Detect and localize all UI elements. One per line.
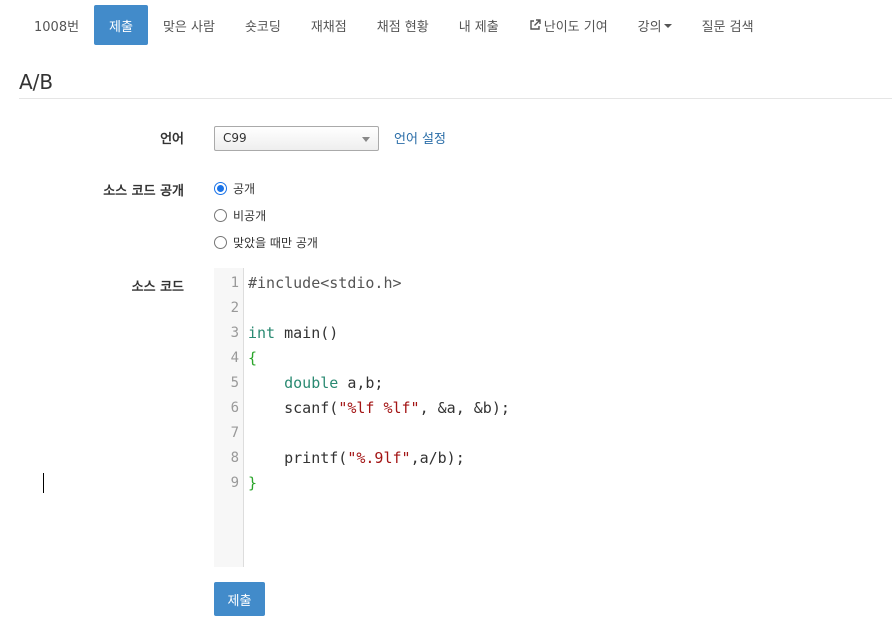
tab-accepted-users[interactable]: 맞은 사람 — [148, 5, 230, 45]
line-number: 3 — [230, 325, 239, 341]
language-select-value: C99 — [223, 131, 247, 145]
language-select[interactable]: C99 — [214, 126, 379, 151]
tab-difficulty-contribution[interactable]: 난이도 기여 — [514, 5, 623, 45]
visibility-option-private[interactable]: 비공개 — [214, 207, 266, 224]
tab-my-submissions[interactable]: 내 제출 — [444, 5, 514, 45]
code-line: printf("%.9lf",a/b); — [248, 449, 465, 467]
tab-submit[interactable]: 제출 — [94, 5, 148, 45]
line-number-gutter: 1 2 3 4 5 6 7 8 9 — [214, 268, 244, 567]
code-line: scanf("%lf %lf", &a, &b); — [248, 399, 510, 417]
line-number: 4 — [230, 350, 239, 366]
language-label: 언어 — [160, 132, 184, 147]
tab-short-coding[interactable]: 숏코딩 — [230, 5, 296, 45]
line-number: 9 — [230, 475, 239, 491]
submit-button[interactable]: 제출 — [214, 582, 265, 616]
line-number: 1 — [230, 275, 239, 291]
line-number: 7 — [230, 425, 239, 441]
line-number: 2 — [230, 300, 239, 316]
tab-rejudge[interactable]: 재채점 — [296, 5, 362, 45]
visibility-option-label: 맞았을 때만 공개 — [233, 236, 318, 250]
code-line: int main() — [248, 324, 339, 342]
code-line: #include<stdio.h> — [248, 274, 402, 292]
source-code-label: 소스 코드 — [131, 280, 184, 295]
radio-unchecked-icon[interactable] — [214, 209, 227, 222]
code-line: } — [248, 474, 258, 492]
code-line: { — [248, 349, 258, 367]
tab-problem[interactable]: 1008번 — [19, 5, 94, 45]
text-cursor — [43, 473, 44, 493]
visibility-option-label: 비공개 — [233, 209, 267, 223]
line-number: 6 — [230, 400, 239, 416]
caret-down-icon — [663, 24, 672, 28]
line-number: 5 — [230, 375, 239, 391]
title-divider — [19, 98, 892, 99]
code-line: double a,b; — [284, 374, 384, 392]
external-link-icon — [530, 19, 541, 30]
line-number: 8 — [230, 450, 239, 466]
page-title: A/B — [19, 70, 54, 94]
tab-lectures-dropdown[interactable]: 강의 — [623, 5, 687, 45]
visibility-label: 소스 코드 공개 — [103, 184, 184, 199]
dropdown-arrow-icon — [362, 137, 370, 142]
visibility-option-label: 공개 — [233, 182, 256, 196]
radio-checked-icon[interactable] — [214, 182, 227, 195]
code-editor[interactable]: 1 2 3 4 5 6 7 8 9 #include<stdio.h> int … — [214, 268, 892, 567]
tab-lectures-label: 강의 — [637, 19, 662, 35]
visibility-option-public[interactable]: 공개 — [214, 180, 255, 197]
visibility-option-accepted-only[interactable]: 맞았을 때만 공개 — [214, 234, 318, 251]
tab-question-search[interactable]: 질문 검색 — [687, 5, 769, 45]
tab-difficulty-contribution-label: 난이도 기여 — [543, 19, 608, 35]
tab-judge-status[interactable]: 채점 현황 — [362, 5, 444, 45]
radio-unchecked-icon[interactable] — [214, 236, 227, 249]
problem-nav-tabs: 1008번 제출 맞은 사람 숏코딩 재채점 채점 현황 내 제출 난이도 기여… — [19, 5, 769, 45]
language-settings-link[interactable]: 언어 설정 — [394, 128, 446, 147]
